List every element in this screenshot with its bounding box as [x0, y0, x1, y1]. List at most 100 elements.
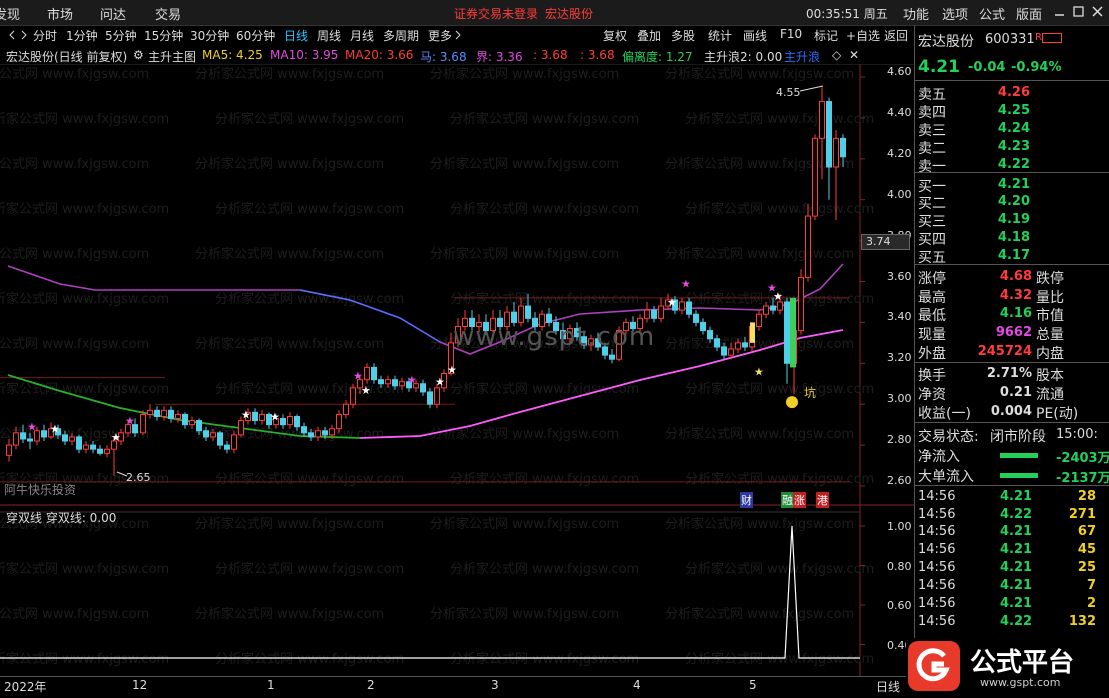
tool-watchlist[interactable]: +自选 [844, 27, 882, 44]
candle-body [322, 430, 328, 436]
maximize-icon[interactable] [1072, 5, 1085, 18]
tick-price: 4.21 [1000, 542, 1033, 557]
watermark-text: 分析家公式网 www.fxjgsw.com [450, 471, 639, 487]
price-chart[interactable]: 分析家公式网 www.fxjgsw.com 分析家公式网 www.fxjgsw.c… [0, 64, 914, 676]
candle-body [147, 409, 153, 415]
ask-price[interactable]: 4.24 [980, 121, 1030, 136]
x-axis-period[interactable]: 日线 [876, 678, 900, 695]
watermark-text: 分析家公式网 www.fxjgsw.com [0, 381, 169, 397]
tool-f10[interactable]: F10 [778, 27, 804, 41]
period-1[interactable]: 分时 [31, 27, 59, 44]
trade-time: 15:00: [1056, 427, 1098, 442]
period-day[interactable]: 日线 [282, 27, 310, 44]
tick-price: 4.21 [1000, 596, 1033, 611]
candle-body [777, 301, 783, 311]
candle-body [693, 313, 699, 323]
fund-label-2: 流通 [1036, 387, 1064, 403]
bid-price[interactable]: 4.21 [980, 177, 1030, 192]
low-label: 2.65 [126, 471, 151, 484]
y-tick: 4.40 [887, 105, 912, 119]
x-label-12: 12 [132, 678, 148, 692]
menu-options[interactable]: 选项 [942, 4, 968, 23]
tick-time: 14:56 [918, 596, 956, 611]
tool-stats[interactable]: 统计 [706, 27, 734, 44]
watermark-text: 分析家公式网 www.fxjgsw.com [450, 381, 639, 397]
candle-body [392, 379, 398, 387]
minimize-icon[interactable] [1053, 5, 1066, 18]
period-5[interactable]: 30分钟 [188, 27, 231, 44]
candle-body [161, 409, 167, 417]
ask-price[interactable]: 4.22 [980, 157, 1030, 172]
ma10-value: MA10: 3.95 [270, 48, 339, 62]
menu-discover[interactable]: 发现 [0, 4, 20, 23]
menu-function[interactable]: 功能 [903, 4, 929, 23]
main-indicator-name[interactable]: 主升主图 [148, 48, 196, 65]
menu-trade[interactable]: 交易 [155, 4, 181, 23]
x-label-4: 4 [633, 678, 641, 692]
candle-body [97, 448, 103, 454]
tool-fuquan[interactable]: 复权 [601, 27, 629, 44]
tick-time: 14:56 [918, 489, 956, 504]
close-icon[interactable] [1091, 5, 1104, 18]
bigflow-label: 大单流入 [918, 469, 974, 485]
watermark-text: 分析家公式网 www.fxjgsw.com [195, 516, 384, 532]
bid-price[interactable]: 4.18 [980, 230, 1030, 245]
bigflow-value: -2137万 [1056, 471, 1109, 486]
candle-body [27, 438, 33, 442]
tool-back[interactable]: 返回 [882, 27, 910, 44]
period-week[interactable]: 周线 [315, 27, 343, 44]
tick-volume: 28 [1077, 489, 1096, 504]
stat-label-2: 总量 [1036, 327, 1064, 343]
prev-arrow-icon[interactable] [8, 30, 16, 40]
period-month[interactable]: 月线 [348, 27, 376, 44]
watermark-text: 分析家公式网 www.fxjgsw.com [0, 201, 169, 217]
watermark-text: 分析家公式网 www.fxjgsw.com [430, 246, 619, 262]
candle-body [168, 409, 174, 420]
period-multi[interactable]: 多周期 [381, 27, 421, 44]
close-icon[interactable]: ✕ [849, 48, 859, 62]
watermark-text: 分析家公式网 www.fxjgsw.com [215, 471, 404, 487]
candle-body [315, 430, 321, 438]
candle-body [812, 137, 818, 217]
tool-multistock[interactable]: 多股 [669, 27, 697, 44]
star-signal-icon: ★ [754, 365, 764, 378]
next-arrow-icon[interactable] [20, 30, 28, 40]
menu-layout[interactable]: 版面 [1016, 4, 1042, 23]
period-more[interactable]: 更多 [426, 27, 454, 44]
x-label-1: 1 [267, 678, 275, 692]
stat-label-2: 市值 [1036, 308, 1064, 324]
subchart-title[interactable]: 穿双线 穿双线: 0.00 [6, 509, 116, 526]
login-status[interactable]: 证券交易未登录 [454, 5, 538, 22]
bid-price[interactable]: 4.17 [980, 248, 1030, 263]
bid-price[interactable]: 4.20 [980, 194, 1030, 209]
ask-price[interactable]: 4.23 [980, 139, 1030, 154]
fund-label: 净资 [918, 387, 946, 403]
period-2[interactable]: 1分钟 [64, 27, 100, 44]
chevron-right-icon[interactable] [455, 30, 462, 40]
tag-zhang[interactable]: 涨 [793, 492, 806, 508]
menu-formula[interactable]: 公式 [979, 4, 1005, 23]
tag-gang[interactable]: 港 [816, 492, 829, 508]
ask-price[interactable]: 4.26 [980, 85, 1030, 100]
signal-bar-green [790, 297, 796, 368]
stat-value: 9662 [995, 325, 1032, 340]
tool-draw[interactable]: 画线 [741, 27, 769, 44]
candle-body [679, 301, 685, 311]
menu-market[interactable]: 市场 [47, 4, 73, 23]
bid-price[interactable]: 4.19 [980, 212, 1030, 227]
period-4[interactable]: 15分钟 [142, 27, 185, 44]
ma20-value: MA20: 3.66 [345, 48, 414, 62]
gear-icon[interactable]: ⚙ [133, 48, 144, 62]
diamond-icon[interactable]: ◇ [832, 48, 841, 62]
ask-price[interactable]: 4.25 [980, 103, 1030, 118]
tag-cai[interactable]: 财 [740, 492, 753, 508]
watermark-text: 分析家公式网 www.fxjgsw.com [195, 246, 384, 262]
y-tick: 3.60 [887, 269, 912, 283]
menu-wenda[interactable]: 问达 [100, 4, 126, 23]
tool-overlay[interactable]: 叠加 [635, 27, 663, 44]
period-6[interactable]: 60分钟 [234, 27, 277, 44]
tool-mark[interactable]: 标记 [812, 27, 840, 44]
star-signal-icon: ★ [270, 410, 280, 423]
divider [914, 264, 1109, 265]
period-3[interactable]: 5分钟 [103, 27, 139, 44]
